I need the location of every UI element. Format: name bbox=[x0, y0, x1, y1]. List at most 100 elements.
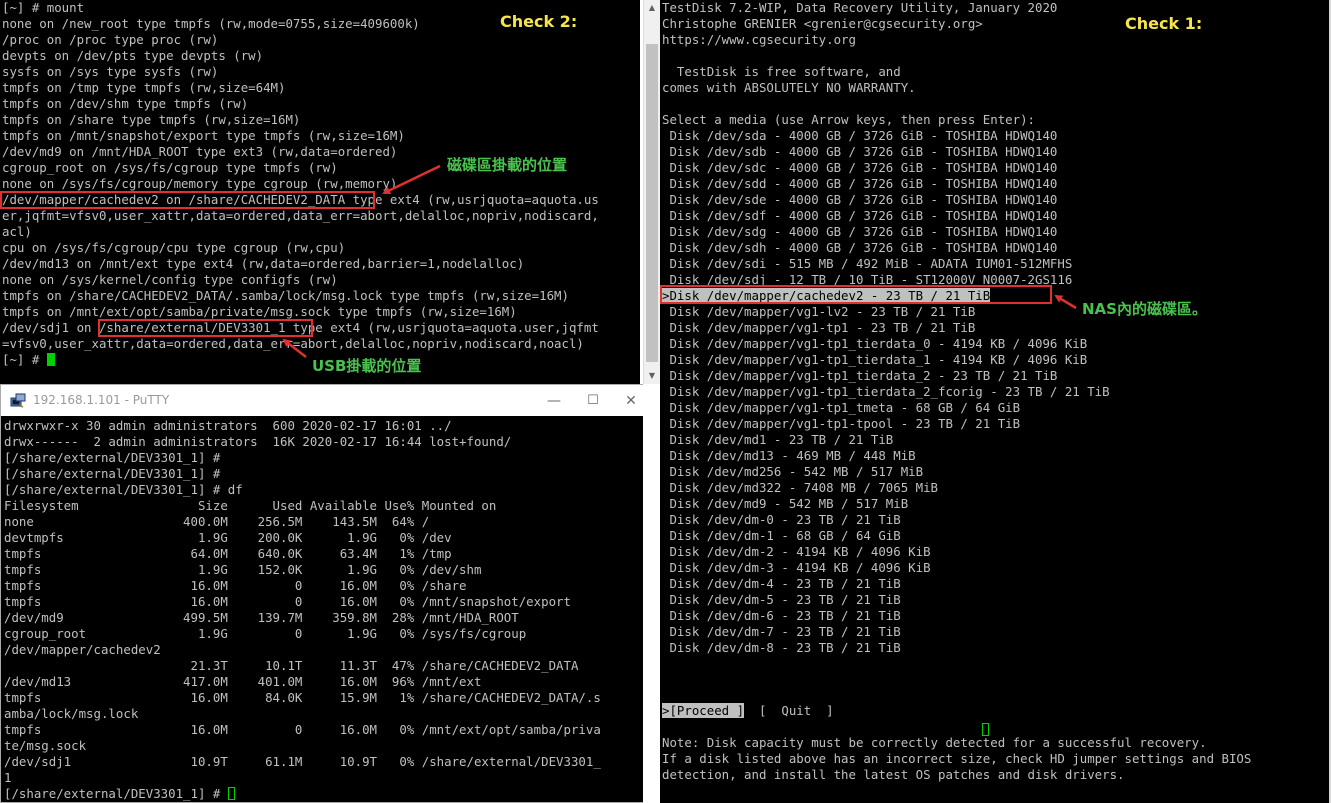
terminal-line: /dev/sdj1 10.9T 61.1M 10.9T 0% /share/ex… bbox=[4, 754, 601, 769]
disk-list-item[interactable]: Disk /dev/sdf - 4000 GB / 3726 GiB - TOS… bbox=[662, 208, 1110, 224]
testdisk-terminal[interactable]: TestDisk 7.2-WIP, Data Recovery Utility,… bbox=[660, 0, 1331, 803]
disk-list-item[interactable]: Disk /dev/mapper/vg1-tp1_tierdata_2_fcor… bbox=[662, 384, 1109, 400]
testdisk-header-line bbox=[662, 96, 1110, 112]
putty-titlebar[interactable]: 192.168.1.101 - PuTTY — ☐ ✕ bbox=[1, 385, 644, 416]
minimize-button[interactable]: — bbox=[532, 388, 576, 414]
cachedev2-disk-highlight bbox=[660, 285, 1052, 304]
terminal-line: cgroup_root 1.9G 0 1.9G 0% /sys/fs/cgrou… bbox=[4, 626, 527, 641]
terminal-line: /dev/md9 499.5M 139.7M 359.8M 28% /mnt/H… bbox=[4, 610, 519, 625]
disk-list-item[interactable]: Disk /dev/sdg - 4000 GB / 3726 GiB - TOS… bbox=[662, 224, 1110, 240]
disk-list-item[interactable]: Disk /dev/mapper/vg1-tp1_tierdata_2 - 23… bbox=[662, 368, 1110, 384]
check-1-label: Check 1: bbox=[1125, 14, 1203, 33]
disk-list-item[interactable]: Disk /dev/dm-3 - 4194 KB / 4096 KiB bbox=[662, 560, 1110, 576]
terminal-line: cpu on /sys/fs/cgroup/cpu type cgroup (r… bbox=[2, 240, 346, 255]
scroll-up-arrow-icon[interactable]: ▲ bbox=[644, 0, 660, 16]
terminal-line: drwxrwxr-x 30 admin administrators 600 2… bbox=[4, 418, 452, 433]
cachedev2-mount-highlight bbox=[0, 191, 375, 209]
testdisk-header-line: https://www.cgsecurity.org bbox=[662, 32, 856, 47]
terminal-line: tmpfs 64.0M 640.0K 63.4M 1% /tmp bbox=[4, 546, 452, 561]
disk-list-item[interactable]: Disk /dev/sdi - 515 MB / 492 MiB - ADATA… bbox=[662, 256, 1110, 272]
disk-mount-location-label: 磁碟區掛載的位置 bbox=[447, 156, 568, 174]
terminal-line: tmpfs on /share/CACHEDEV2_DATA/.samba/lo… bbox=[2, 288, 569, 303]
mount-terminal-output: [~] # mount none on /new_root type tmpfs… bbox=[2, 0, 599, 368]
disk-list-item[interactable]: Disk /dev/mapper/vg1-tp1_tierdata_1 - 41… bbox=[662, 352, 1110, 368]
terminal-line: none 400.0M 256.5M 143.5M 64% / bbox=[4, 514, 430, 529]
testdisk-prompt-line: Select a media (use Arrow keys, then pre… bbox=[662, 112, 1035, 127]
close-button[interactable]: ✕ bbox=[617, 388, 645, 414]
note-line: detection, and install the latest OS pat… bbox=[662, 767, 1125, 782]
disk-list-item[interactable]: Disk /dev/sdb - 4000 GB / 3726 GiB - TOS… bbox=[662, 144, 1110, 160]
putty-terminal[interactable]: drwxrwxr-x 30 admin administrators 600 2… bbox=[1, 416, 644, 802]
scroll-down-arrow-icon[interactable]: ▼ bbox=[644, 368, 660, 384]
disk-list-item[interactable]: Disk /dev/md13 - 469 MB / 448 MiB bbox=[662, 448, 1110, 464]
disk-list-item[interactable]: Disk /dev/mapper/vg1-tp1_tierdata_0 - 41… bbox=[662, 336, 1110, 352]
disk-list-item[interactable]: Disk /dev/mapper/vg1-tp1_tmeta - 68 GB /… bbox=[662, 400, 1110, 416]
disk-list-item[interactable]: Disk /dev/dm-7 - 23 TB / 21 TiB bbox=[662, 624, 1110, 640]
disk-list-item[interactable]: Disk /dev/dm-4 - 23 TB / 21 TiB bbox=[662, 576, 1110, 592]
terminal-line: devtmpfs 1.9G 200.0K 1.9G 0% /dev bbox=[4, 530, 452, 545]
disk-list-item[interactable]: Disk /dev/dm-0 - 23 TB / 21 TiB bbox=[662, 512, 1110, 528]
usb-mount-location-label: USB掛載的位置 bbox=[312, 357, 422, 375]
terminal-line: tmpfs 16.0M 84.0K 15.9M 1% /share/CACHED… bbox=[4, 690, 601, 705]
terminal-line: [/share/external/DEV3301_1] # df bbox=[4, 482, 243, 497]
disk-list-item[interactable]: Disk /dev/md256 - 542 MB / 517 MiB bbox=[662, 464, 1110, 480]
testdisk-header-line bbox=[662, 48, 1110, 64]
nas-volume-label: NAS內的磁碟區。 bbox=[1082, 300, 1207, 318]
terminal-line: /dev/md13 on /mnt/ext type ext4 (rw,data… bbox=[2, 256, 525, 271]
disk-list-item[interactable]: Disk /dev/dm-5 - 23 TB / 21 TiB bbox=[662, 592, 1110, 608]
text-cursor bbox=[46, 353, 55, 366]
terminal-line: tmpfs on /tmp type tmpfs (rw,size=64M) bbox=[2, 80, 286, 95]
disk-list-item[interactable]: Disk /dev/dm-1 - 68 GB / 64 GiB bbox=[662, 528, 1110, 544]
terminal-line: tmpfs on /share type tmpfs (rw,size=16M) bbox=[2, 112, 301, 127]
testdisk-menu: >[Proceed ] [ Quit ] bbox=[662, 703, 834, 719]
disk-list-item[interactable]: Disk /dev/mapper/vg1-lv2 - 23 TB / 21 Ti… bbox=[662, 304, 1110, 320]
putty-app-icon bbox=[10, 393, 26, 408]
testdisk-header-line: comes with ABSOLUTELY NO WARRANTY. bbox=[662, 80, 916, 95]
disk-list-item[interactable]: Disk /dev/dm-8 - 23 TB / 21 TiB bbox=[662, 640, 1110, 656]
maximize-button[interactable]: ☐ bbox=[571, 388, 615, 414]
disk-list-item[interactable]: Disk /dev/md1 - 23 TB / 21 TiB bbox=[662, 432, 1110, 448]
disk-list-item[interactable]: Disk /dev/sda - 4000 GB / 3726 GiB - TOS… bbox=[662, 128, 1110, 144]
terminal-line: tmpfs on /mnt/snapshot/export type tmpfs… bbox=[2, 128, 405, 143]
disk-list-item[interactable]: Disk /dev/dm-2 - 4194 KB / 4096 KiB bbox=[662, 544, 1110, 560]
disk-list-item[interactable]: Disk /dev/sdd - 4000 GB / 3726 GiB - TOS… bbox=[662, 176, 1110, 192]
putty-window[interactable]: 192.168.1.101 - PuTTY — ☐ ✕ drwxrwxr-x 3… bbox=[0, 384, 645, 803]
terminal-line: 21.3T 10.1T 11.3T 47% /share/CACHEDEV2_D… bbox=[4, 658, 579, 673]
usb-mount-highlight bbox=[98, 319, 313, 337]
disk-list-item[interactable]: Disk /dev/mapper/vg1-tp1 - 23 TB / 21 Ti… bbox=[662, 320, 1110, 336]
disk-list-item[interactable]: Disk /dev/md9 - 542 MB / 517 MiB bbox=[662, 496, 1110, 512]
testdisk-header-line: TestDisk 7.2-WIP, Data Recovery Utility,… bbox=[662, 0, 1058, 15]
terminal-line: none on /sys/kernel/config type configfs… bbox=[2, 272, 338, 287]
terminal-prompt: [~] # bbox=[2, 352, 47, 367]
disk-list-item[interactable]: Disk /dev/sde - 4000 GB / 3726 GiB - TOS… bbox=[662, 192, 1110, 208]
note-line: Note: Disk capacity must be correctly de… bbox=[662, 735, 1207, 750]
terminal-line: tmpfs 16.0M 0 16.0M 0% /mnt/snapshot/exp… bbox=[4, 594, 571, 609]
putty-terminal-output: drwxrwxr-x 30 admin administrators 600 2… bbox=[4, 418, 601, 802]
quit-button[interactable]: [ Quit ] bbox=[759, 703, 834, 718]
terminal-line: te/msg.sock bbox=[4, 738, 87, 753]
terminal-line: devpts on /dev/pts type devpts (rw) bbox=[2, 48, 264, 63]
window-title: 192.168.1.101 - PuTTY bbox=[33, 393, 170, 407]
terminal-line: er,jqfmt=vfsv0,user_xattr,data=ordered,d… bbox=[2, 208, 599, 223]
mount-terminal-scrollbar[interactable]: ▲ ▼ bbox=[643, 0, 660, 384]
terminal-line: 1 bbox=[4, 770, 12, 785]
terminal-line: tmpfs 16.0M 0 16.0M 0% /mnt/ext/opt/samb… bbox=[4, 722, 601, 737]
disk-list-item[interactable]: Disk /dev/mapper/vg1-tp1-tpool - 23 TB /… bbox=[662, 416, 1110, 432]
disk-list-item[interactable]: Disk /dev/dm-6 - 23 TB / 21 TiB bbox=[662, 608, 1110, 624]
terminal-line: acl) bbox=[2, 224, 32, 239]
terminal-line: tmpfs 16.0M 0 16.0M 0% /share bbox=[4, 578, 467, 593]
terminal-line: tmpfs 1.9G 152.0K 1.9G 0% /dev/shm bbox=[4, 562, 482, 577]
terminal-line: /dev/mapper/cachedev2 bbox=[4, 642, 161, 657]
terminal-line: [/share/external/DEV3301_1] # bbox=[4, 450, 221, 465]
terminal-prompt: [/share/external/DEV3301_1] # bbox=[4, 786, 228, 801]
disk-list-item[interactable]: Disk /dev/sdh - 4000 GB / 3726 GiB - TOS… bbox=[662, 240, 1110, 256]
scrollbar-thumb[interactable] bbox=[646, 44, 658, 362]
proceed-button[interactable]: >[Proceed ] bbox=[662, 703, 745, 718]
terminal-line: tmpfs on /mnt/ext/opt/samba/private/msg.… bbox=[2, 304, 517, 319]
disk-list-item[interactable]: Disk /dev/md322 - 7408 MB / 7065 MiB bbox=[662, 480, 1110, 496]
note-line: If a disk listed above has an incorrect … bbox=[662, 751, 1252, 766]
disk-list-item[interactable]: Disk /dev/sdc - 4000 GB / 3726 GiB - TOS… bbox=[662, 160, 1110, 176]
terminal-line: =vfsv0,user_xattr,data=ordered,data_err=… bbox=[2, 336, 584, 351]
terminal-prompt-line: [~] # bbox=[2, 352, 599, 368]
check-2-label: Check 2: bbox=[500, 12, 578, 31]
